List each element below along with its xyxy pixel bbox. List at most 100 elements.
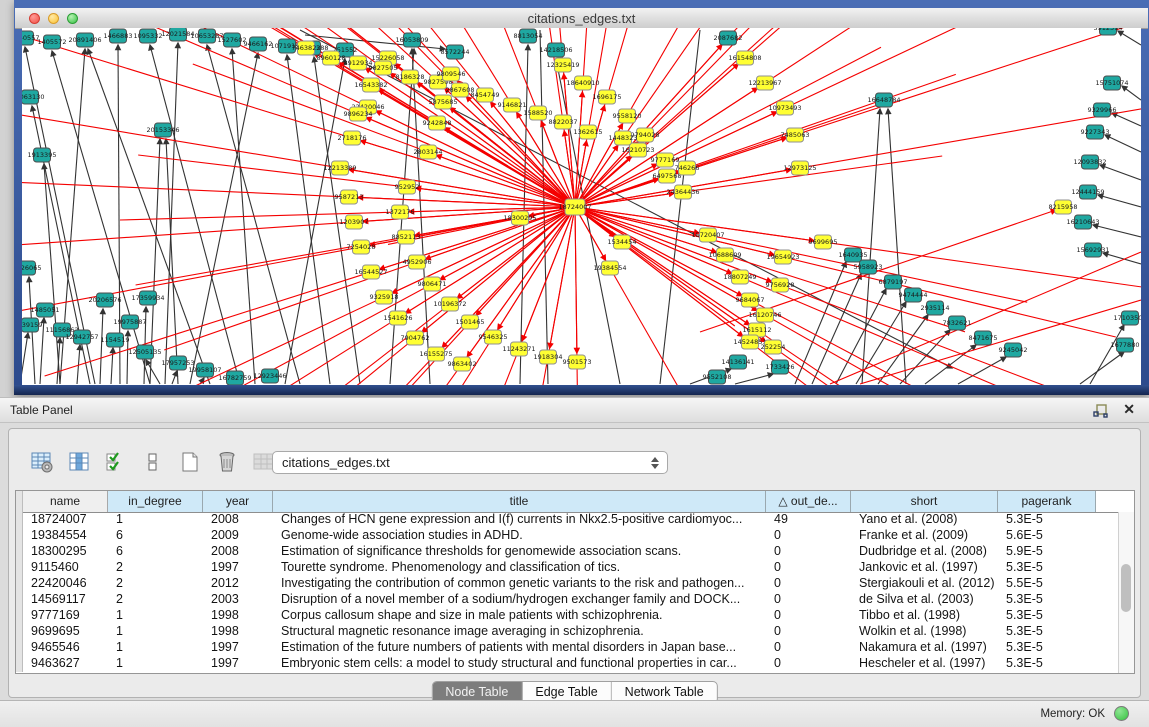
graph-node-label: 1095332 [134,32,163,40]
column-header-out_de[interactable]: △ out_de... [766,491,851,512]
graph-node-label: 9756928 [766,281,795,289]
window-titlebar[interactable]: citations_edges.txt [15,8,1148,29]
column-header-pagerank[interactable]: pagerank [998,491,1096,512]
table-cell: Estimation of the future numbers of pati… [273,640,766,656]
graph-node-label: 9699695 [809,238,838,246]
table-cell: Stergiakouli et al. (2012) [851,576,998,592]
table-cell: 5.3E-5 [998,608,1096,624]
table-cell: 2012 [203,576,273,592]
graph-node-label: 5912394 [1094,28,1123,32]
graph-node-label: 8454749 [471,91,500,99]
table-cell: 18724007 [23,512,108,528]
close-panel-icon[interactable]: ✕ [1123,401,1135,418]
table-row[interactable]: 1456911722003Disruption of a novel membe… [16,592,1118,608]
show-columns-icon[interactable] [66,449,92,475]
vertical-scrollbar[interactable] [1118,512,1134,673]
table-selector-dropdown[interactable]: citations_edges.txt [272,451,668,474]
table-row[interactable]: 911546021997Tourette syndrome. Phenomeno… [16,560,1118,576]
graph-node-label: 1640935 [839,251,868,259]
graph-node-label: 1527602 [218,36,247,44]
row-gutter [16,544,23,560]
graph-node-label: 1541626 [384,314,413,322]
graph-node-label: 1485051 [31,306,60,314]
table-row[interactable]: 1830029562008Estimation of significance … [16,544,1118,560]
graph-node-label: 2087682 [714,34,743,42]
graph-node-label: 12325419 [546,61,579,69]
graph-node-label: 6497568 [653,172,682,180]
graph-node-label: 16210723 [621,146,654,154]
graph-node-label: 2803144 [414,148,443,156]
graph-node-label: 1362615 [574,128,603,136]
table-row[interactable]: 977716911998Corpus callosum shape and si… [16,608,1118,624]
graph-node-label: 9325918 [370,293,399,301]
table-cell: 0 [766,608,851,624]
column-header-year[interactable]: year [203,491,273,512]
row-height-icon[interactable] [140,449,166,475]
table-row[interactable]: 1938455462009Genome-wide association stu… [16,528,1118,544]
memory-status-indicator[interactable] [1114,706,1129,721]
row-gutter [16,624,23,640]
table-cell: 9465546 [23,640,108,656]
graph-node-label: 5958923 [854,263,883,271]
table-cell: Changes of HCN gene expression and I(f) … [273,512,766,528]
table-cell: 0 [766,624,851,640]
graph-node-label: 12213967 [748,79,781,87]
graph-node-label: 4952906 [403,258,432,266]
graph-node-label: 2063130 [22,93,44,101]
graph-node-label: 12505135 [128,348,161,356]
graph-node-label: 952952 [395,183,420,191]
graph-node-label: 16120746 [748,311,781,319]
graph-node-label: 9329966 [1088,106,1117,114]
graph-node-label: 9474444 [899,291,928,299]
table-cell: 2 [108,592,203,608]
select-columns-icon[interactable] [103,449,129,475]
table-settings-icon[interactable] [29,449,55,475]
graph-node-label: 9242848 [423,119,452,127]
table-row[interactable]: 946554611997Estimation of the future num… [16,640,1118,656]
graph-node-label: 16154808 [728,54,761,62]
graph-node-label: 839159 [22,321,42,329]
graph-node-label: 1913395 [28,151,57,159]
table-cell: 2 [108,560,203,576]
graph-node-label: 16155275 [419,350,452,358]
window-title: citations_edges.txt [15,11,1148,26]
table-cell: 9463627 [23,656,108,672]
graph-node-label: 9863402 [448,360,477,368]
window-frame-bottom [14,385,1149,395]
table-row[interactable]: 946362711997Embryonic stem cells: a mode… [16,656,1118,672]
table-cell: 18300295 [23,544,108,560]
create-column-icon[interactable] [177,449,203,475]
graph-node-label: 1615112 [743,326,772,334]
table-header-row: namein_degreeyeartitle△ out_de...shortpa… [16,491,1134,513]
table-row[interactable]: 2242004622012Investigating the contribut… [16,576,1118,592]
float-panel-icon[interactable] [1093,403,1109,419]
table-cell: 5.3E-5 [998,624,1096,640]
column-header-short[interactable]: short [851,491,998,512]
column-header-in_degree[interactable]: in_degree [108,491,203,512]
graph-node-label: 8572244 [441,48,470,56]
network-canvas[interactable]: 1340557140557220891406146688310953321202… [22,28,1141,385]
table-cell: 2003 [203,592,273,608]
delete-column-icon[interactable] [214,449,240,475]
table-row[interactable]: 1872400712008Changes of HCN gene express… [16,512,1118,528]
table-cell: 5.5E-5 [998,576,1096,592]
table-cell: 2008 [203,512,273,528]
citation-network-graph[interactable]: 1340557140557220891406146688310953321202… [22,28,1141,385]
column-header-name[interactable]: name [23,491,108,512]
table-cell: Hescheler et al. (1997) [851,656,998,672]
column-header-title[interactable]: title [273,491,766,512]
graph-node-label: 9684067 [736,296,765,304]
status-bar: Memory: OK [0,700,1149,727]
graph-node-label: 19958107 [188,366,221,374]
table-row[interactable]: 969969511998Structural magnetic resonanc… [16,624,1118,640]
graph-node-label: 1677880 [1111,341,1140,349]
table-cell: 5.3E-5 [998,512,1096,528]
scrollbar-thumb[interactable] [1121,564,1131,612]
graph-node-label: 20153346 [146,126,179,134]
table-cell: 0 [766,544,851,560]
graph-node-label: 1918304 [534,353,563,361]
table-cell: 1 [108,608,203,624]
graph-node-label: 16782759 [218,374,251,382]
table-cell: 6 [108,544,203,560]
graph-node-label: 20206576 [88,296,121,304]
